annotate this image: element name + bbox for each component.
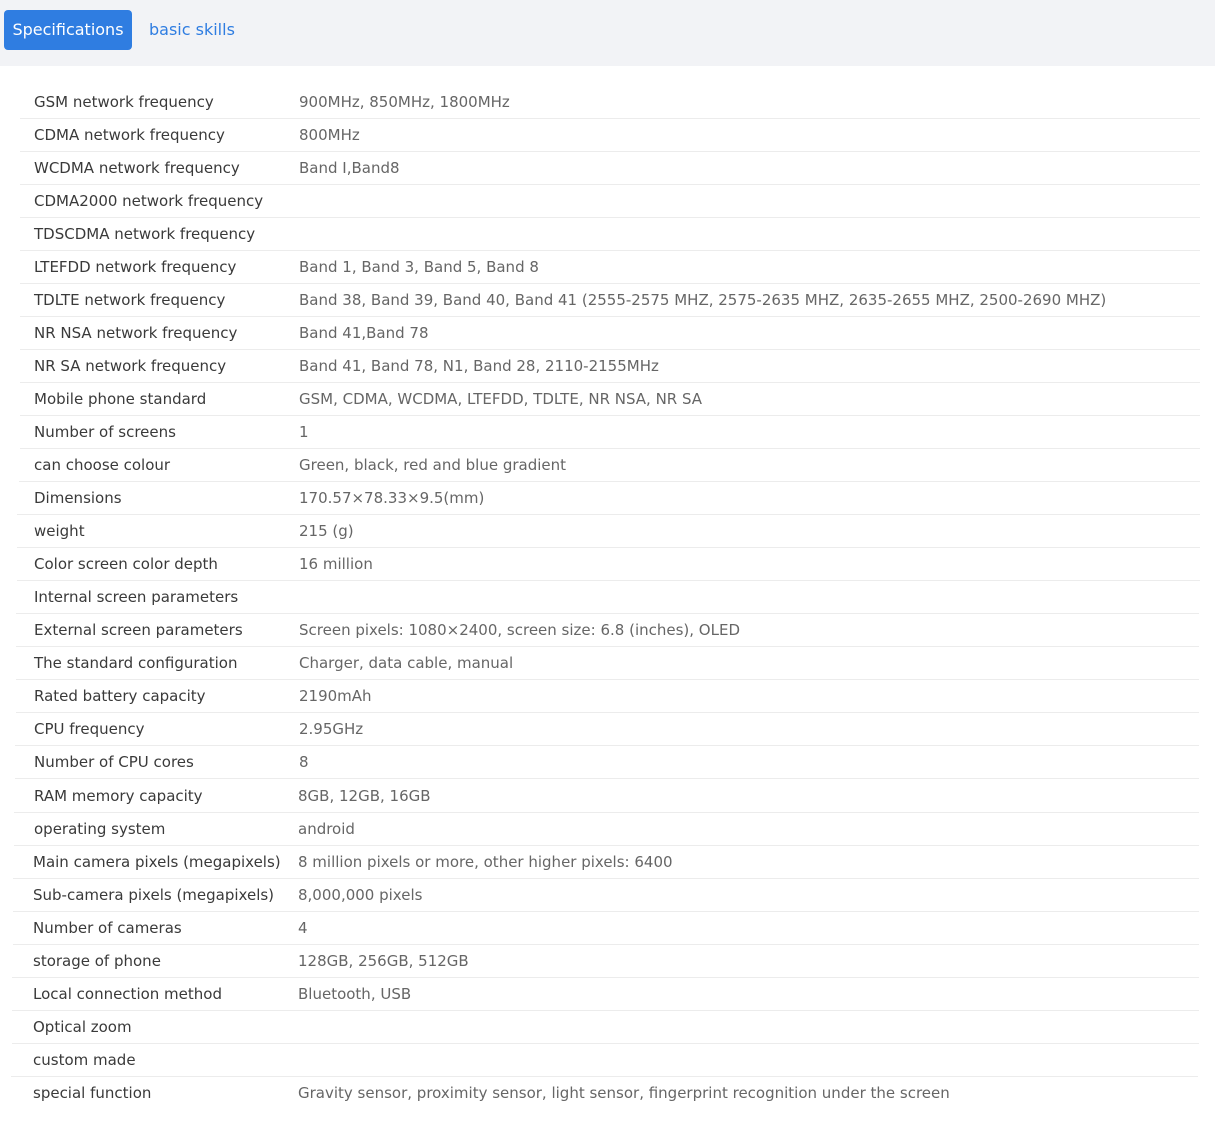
spec-value: 2.95GHz [299,720,364,738]
spec-label: special function [33,1084,152,1102]
spec-value: 215 (g) [299,522,354,540]
tab-basic-skills[interactable]: basic skills [149,10,235,50]
spec-label: Internal screen parameters [34,588,239,606]
spec-label: Sub-camera pixels (megapixels) [33,886,275,904]
table-row: can choose colour Green, black, red and … [19,449,1200,482]
spec-label: can choose colour [34,456,171,474]
table-row: CDMA2000 network frequency [20,185,1200,218]
table-row: RAM memory capacity 8GB, 12GB, 16GB [14,780,1199,813]
table-row: Dimensions 170.57×78.33×9.5(mm) [17,482,1200,515]
table-row: The standard configuration Charger, data… [16,647,1199,680]
spec-label: GSM network frequency [34,93,214,111]
spec-value: 16 million [299,555,373,573]
spec-value: 800MHz [299,126,360,144]
spec-label: Number of cameras [33,919,182,937]
table-row: Local connection method Bluetooth, USB [12,978,1199,1011]
spec-value: Band 41, Band 78, N1, Band 28, 2110-2155… [299,357,659,375]
spec-label: Rated battery capacity [34,687,206,705]
spec-label: Mobile phone standard [34,390,207,408]
spec-value: Green, black, red and blue gradient [299,456,567,474]
table-row: storage of phone 128GB, 256GB, 512GB [12,945,1199,978]
spec-label: weight [34,522,85,540]
table-row: special function Gravity sensor, proximi… [11,1077,1198,1110]
spec-value: Band I,Band8 [299,159,400,177]
spec-label: LTEFDD network frequency [34,258,237,276]
spec-label: Local connection method [33,985,222,1003]
table-row: Color screen color depth 16 million [17,548,1200,581]
spec-value: 8 million pixels or more, other higher p… [298,853,673,871]
table-row: Optical zoom [12,1011,1199,1044]
table-row: Number of CPU cores 8 [15,746,1199,779]
table-row: Internal screen parameters [16,581,1199,614]
spec-value: Gravity sensor, proximity sensor, light … [298,1084,950,1102]
spec-label: TDLTE network frequency [34,291,226,309]
table-row: TDLTE network frequency Band 38, Band 39… [20,284,1200,317]
spec-label: custom made [33,1051,136,1069]
table-row: WCDMA network frequency Band I,Band8 [20,152,1200,185]
spec-value: 8GB, 12GB, 16GB [298,787,431,805]
spec-label: storage of phone [33,952,161,970]
table-row: CPU frequency 2.95GHz [15,713,1199,746]
spec-value: 8,000,000 pixels [298,886,423,904]
table-row: NR SA network frequency Band 41, Band 78… [20,350,1200,383]
tab-bar: Specifications basic skills [0,0,1215,66]
table-row: LTEFDD network frequency Band 1, Band 3,… [20,251,1200,284]
table-row: NR NSA network frequency Band 41,Band 78 [20,317,1200,350]
tab-specifications[interactable]: Specifications [4,10,132,50]
spec-label: NR NSA network frequency [34,324,238,342]
spec-label: Number of CPU cores [34,753,194,771]
table-row: operating system android [14,813,1199,846]
table-row: Number of cameras 4 [13,912,1199,945]
spec-label: Number of screens [34,423,176,441]
spec-label: External screen parameters [34,621,243,639]
table-row: weight 215 (g) [17,515,1200,548]
spec-label: NR SA network frequency [34,357,227,375]
spec-label: operating system [34,820,166,838]
spec-value: Band 38, Band 39, Band 40, Band 41 (2555… [299,291,1107,309]
table-row: TDSCDMA network frequency [20,218,1200,251]
spec-value: 128GB, 256GB, 512GB [298,952,469,970]
spec-value: 2190mAh [299,687,372,705]
table-row: GSM network frequency 900MHz, 850MHz, 18… [20,86,1200,119]
spec-value: 4 [298,919,308,937]
table-row: Mobile phone standard GSM, CDMA, WCDMA, … [20,383,1200,416]
table-row: Number of screens 1 [20,416,1200,449]
spec-value: Bluetooth, USB [298,985,412,1003]
spec-label: Color screen color depth [34,555,218,573]
spec-value: Band 41,Band 78 [299,324,429,342]
table-row: Sub-camera pixels (megapixels) 8,000,000… [13,879,1199,912]
table-row: CDMA network frequency 800MHz [20,119,1200,152]
spec-value: 170.57×78.33×9.5(mm) [299,489,485,507]
spec-value: Screen pixels: 1080×2400, screen size: 6… [299,621,740,639]
spec-label: Main camera pixels (megapixels) [33,853,281,871]
spec-label: CPU frequency [34,720,145,738]
spec-value: Band 1, Band 3, Band 5, Band 8 [299,258,539,276]
spec-value: android [298,820,355,838]
spec-label: The standard configuration [34,654,238,672]
table-row: custom made [11,1044,1198,1077]
table-row: Rated battery capacity 2190mAh [16,680,1199,713]
spec-label: CDMA2000 network frequency [34,192,264,210]
spec-label: Dimensions [34,489,122,507]
table-row: External screen parameters Screen pixels… [16,614,1199,647]
spec-label: TDSCDMA network frequency [34,225,256,243]
spec-value: Charger, data cable, manual [299,654,514,672]
spec-value: GSM, CDMA, WCDMA, LTEFDD, TDLTE, NR NSA,… [299,390,703,408]
spec-label: WCDMA network frequency [34,159,240,177]
spec-label: RAM memory capacity [34,787,203,805]
spec-label: Optical zoom [33,1018,132,1036]
spec-value: 900MHz, 850MHz, 1800MHz [299,93,510,111]
table-row: Main camera pixels (megapixels) 8 millio… [13,846,1199,879]
spec-value: 8 [299,753,309,771]
spec-label: CDMA network frequency [34,126,225,144]
spec-value: 1 [299,423,309,441]
